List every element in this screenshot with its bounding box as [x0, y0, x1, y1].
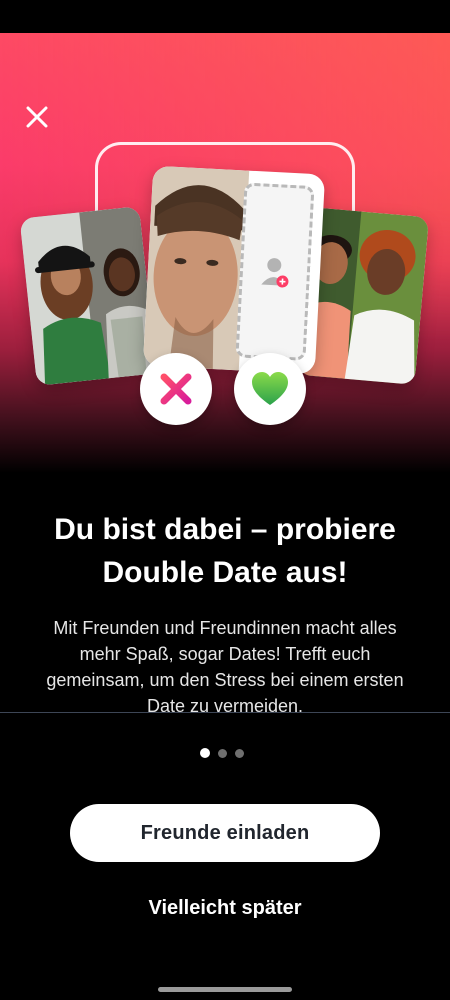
like-button-illustration — [234, 353, 306, 425]
invite-friends-button[interactable]: Freunde einladen — [70, 804, 380, 862]
pager-dots — [200, 748, 244, 758]
onboarding-headline: Du bist dabei – probiere Double Date aus… — [54, 513, 396, 589]
add-person-icon — [261, 257, 289, 288]
profile-card-left — [19, 206, 157, 386]
onboarding-description: Mit Freunden und Freundinnen macht alles… — [46, 618, 404, 716]
double-date-onboarding-screen: Du bist dabei – probiere Double Date aus… — [0, 0, 450, 1000]
close-icon — [26, 106, 48, 128]
profile-photo-women — [19, 206, 157, 386]
add-friend-placeholder — [235, 182, 315, 361]
heart-icon — [252, 372, 288, 405]
pager-dot — [235, 748, 244, 758]
maybe-later-button[interactable]: Vielleicht später — [95, 890, 355, 926]
status-bar — [0, 0, 450, 33]
close-button[interactable] — [20, 100, 54, 134]
profile-card-center — [142, 165, 326, 375]
dislike-button-illustration — [140, 353, 212, 425]
x-icon — [160, 373, 192, 405]
home-indicator — [158, 987, 292, 992]
content-divider — [0, 712, 450, 713]
pager-dot-active — [200, 748, 210, 758]
pager-dot — [218, 748, 227, 758]
